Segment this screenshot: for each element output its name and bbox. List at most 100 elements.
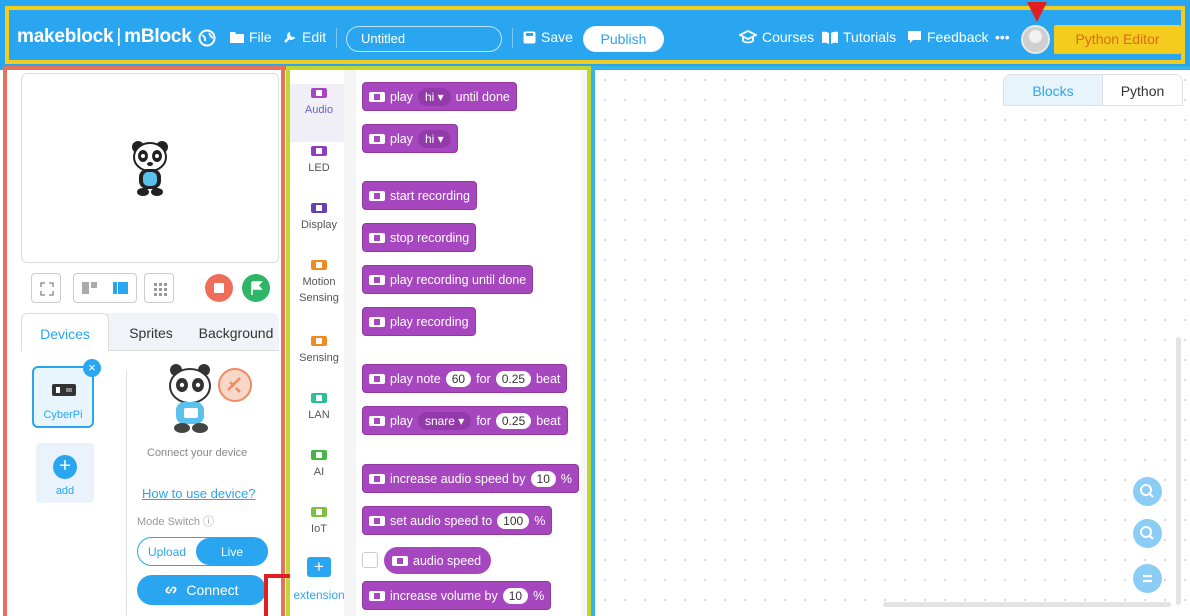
audio-block-icon	[369, 190, 385, 201]
script-workspace[interactable]	[595, 70, 1190, 616]
tab-devices[interactable]: Devices	[21, 313, 109, 351]
block-stop-recording[interactable]: stop recording	[362, 223, 477, 252]
zoom-in-button[interactable]	[1133, 477, 1162, 506]
device-card-cyberpi[interactable]: CyberPi	[32, 366, 94, 428]
category-display[interactable]: Display	[290, 199, 348, 256]
flag-icon	[251, 281, 263, 295]
audio-block-icon	[369, 133, 385, 144]
display-category-icon	[311, 203, 327, 213]
block-set-audio-speed[interactable]: set audio speed to 100 %	[362, 506, 553, 535]
code-view-tabs: Blocks Python	[1003, 74, 1183, 106]
tab-background[interactable]: Background	[193, 313, 279, 351]
drum-dropdown[interactable]: snare ▾	[417, 411, 472, 430]
audio-block-icon	[369, 473, 385, 484]
fullscreen-button[interactable]	[31, 273, 61, 303]
device-name: CyberPi	[43, 409, 83, 421]
sound-dropdown[interactable]: hi ▾	[417, 129, 451, 148]
mode-switch-label: Mode Switch ⓘ	[137, 516, 215, 528]
user-avatar[interactable]	[1021, 25, 1050, 54]
how-to-use-device-link[interactable]: How to use device?	[142, 486, 255, 501]
block-play-recording-until-done[interactable]: play recording until done	[362, 265, 534, 294]
motion-sensing-category-icon	[311, 260, 327, 270]
book-icon	[822, 31, 838, 44]
category-led[interactable]: LED	[290, 142, 348, 199]
large-stage-button[interactable]	[105, 274, 136, 302]
language-icon[interactable]	[198, 29, 216, 47]
zoom-reset-button[interactable]	[1133, 564, 1162, 593]
category-audio[interactable]: Audio	[290, 84, 348, 142]
speed-input[interactable]: 10	[530, 470, 556, 487]
category-lan[interactable]: LAN	[290, 389, 348, 446]
block-audio-speed-reporter[interactable]: audio speed	[384, 547, 491, 574]
category-sensing[interactable]: Sensing	[290, 332, 348, 389]
audio-block-icon	[369, 590, 385, 601]
audio-block-icon	[369, 415, 385, 426]
ai-category-icon	[311, 450, 327, 460]
mode-live-option[interactable]: Live	[196, 538, 268, 565]
graduation-cap-icon	[739, 30, 757, 44]
workspace-horizontal-scrollbar[interactable]	[883, 602, 1171, 607]
tutorials-link[interactable]: Tutorials	[822, 29, 896, 45]
beat-input[interactable]: 0.25	[495, 412, 532, 429]
note-input[interactable]: 60	[445, 370, 472, 387]
block-play-recording[interactable]: play recording	[362, 307, 476, 336]
block-play-drum[interactable]: play snare ▾ for 0.25 beat	[362, 406, 568, 435]
tab-python[interactable]: Python	[1103, 74, 1183, 106]
zoom-out-button[interactable]	[1133, 519, 1162, 548]
wrench-icon	[284, 31, 296, 43]
mode-upload-option[interactable]: Upload	[138, 538, 196, 565]
divider	[512, 28, 513, 48]
workspace-vertical-scrollbar[interactable]	[1176, 337, 1181, 605]
panda-sprite[interactable]	[130, 139, 170, 197]
led-category-icon	[311, 146, 327, 156]
publish-button[interactable]: Publish	[583, 26, 664, 52]
remove-device-button[interactable]: ×	[83, 359, 101, 377]
connect-button[interactable]: Connect	[137, 575, 266, 605]
courses-link[interactable]: Courses	[739, 29, 814, 45]
project-title-input[interactable]: Untitled	[346, 26, 502, 52]
small-stage-button[interactable]	[74, 274, 105, 302]
large-stage-icon	[113, 282, 128, 294]
more-menu[interactable]: •••	[995, 29, 1010, 45]
annotation-arrow-icon	[1027, 2, 1047, 22]
green-flag-button[interactable]	[242, 274, 270, 302]
add-label: add	[55, 485, 75, 497]
block-play-note[interactable]: play note 60 for 0.25 beat	[362, 364, 568, 393]
link-icon	[165, 586, 177, 594]
speed-input[interactable]: 100	[497, 512, 530, 529]
python-editor-button[interactable]: Python Editor	[1054, 25, 1181, 54]
block-palette-scrollbar[interactable]	[581, 70, 587, 616]
category-motion-sensing[interactable]: Motion Sensing	[290, 256, 348, 313]
category-ai[interactable]: AI	[290, 446, 348, 503]
save-icon	[523, 31, 536, 43]
block-increase-audio-speed[interactable]: increase audio speed by 10 %	[362, 464, 579, 493]
edit-menu[interactable]: Edit	[283, 29, 326, 45]
block-increase-volume[interactable]: increase volume by 10 %	[362, 581, 552, 610]
equals-icon	[1143, 574, 1152, 583]
add-device-button[interactable]: + add	[36, 443, 94, 503]
audio-speed-checkbox[interactable]	[362, 552, 378, 568]
volume-input[interactable]: 10	[502, 587, 529, 604]
file-menu[interactable]: File	[230, 29, 272, 45]
stop-button[interactable]	[205, 274, 233, 302]
audio-block-icon	[369, 373, 385, 384]
grid-view-button[interactable]	[144, 273, 174, 303]
extension-button[interactable]: +	[307, 557, 331, 577]
sound-dropdown[interactable]: hi ▾	[417, 87, 451, 106]
extension-label[interactable]: extension	[291, 588, 347, 602]
block-play[interactable]: play hi ▾	[362, 124, 458, 153]
mode-switch: Upload Live	[137, 537, 268, 566]
block-start-recording[interactable]: start recording	[362, 181, 477, 210]
block-play-until-done[interactable]: play hi ▾ until done	[362, 82, 517, 111]
category-iot[interactable]: IoT	[290, 503, 348, 560]
beat-input[interactable]: 0.25	[495, 370, 532, 387]
tab-blocks[interactable]: Blocks	[1003, 74, 1103, 106]
zoom-in-icon	[1140, 484, 1154, 498]
cyberpi-icon	[52, 384, 76, 396]
category-scroll-track	[344, 70, 356, 616]
tab-sprites[interactable]: Sprites	[109, 313, 193, 351]
feedback-link[interactable]: Feedback	[907, 29, 988, 45]
save-button[interactable]: Save	[523, 29, 573, 45]
stage-canvas[interactable]	[21, 73, 279, 263]
top-bar: makeblock | mBlock File Edit Untitled Save…	[0, 0, 1190, 70]
